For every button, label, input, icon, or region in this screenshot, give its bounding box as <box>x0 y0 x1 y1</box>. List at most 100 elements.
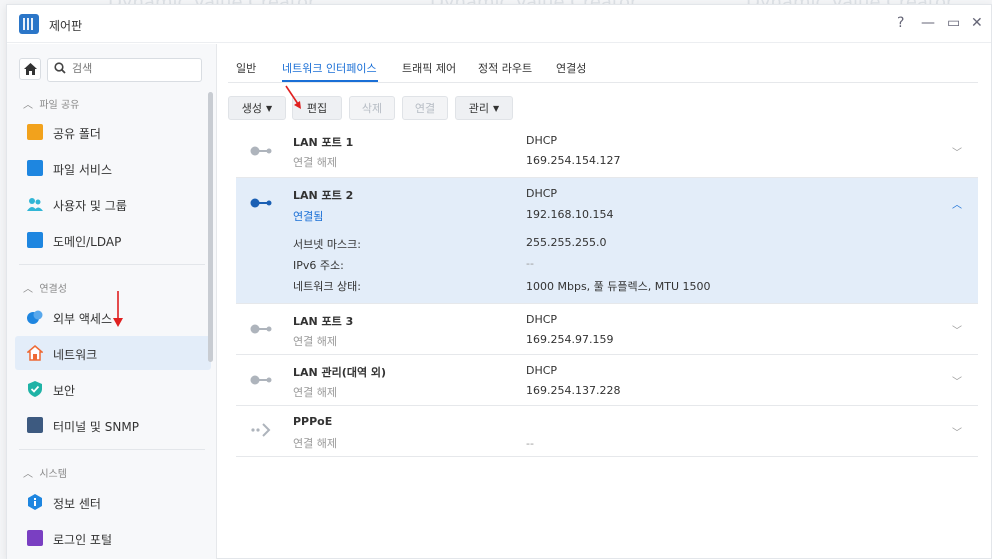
interface-protocol: DHCP <box>526 313 558 326</box>
detail-value: 1000 Mbps, 풀 듀플렉스, MTU 1500 <box>526 280 711 293</box>
section-header-system[interactable]: ︿ 시스템 <box>23 465 67 480</box>
detail-label: IPv6 주소: <box>293 259 344 272</box>
sidebar-item-login-portal[interactable]: 로그인 포털 <box>15 521 211 555</box>
external-access-icon <box>27 310 43 324</box>
main-panel: 일반 네트워크 인터페이스 트래픽 제어 정적 라우트 연결성 생성 ▼ 편집 삭… <box>218 44 992 559</box>
tab-divider <box>228 82 978 83</box>
interface-name: LAN 포트 1 <box>293 136 354 149</box>
info-icon <box>28 494 42 510</box>
interface-ip: 192.168.10.154 <box>526 208 614 221</box>
window-title: 제어판 <box>49 19 83 33</box>
ethernet-disconnected-icon <box>250 324 272 334</box>
interface-row-lan-mgmt[interactable]: LAN 관리(대역 외) 연결 해제 DHCP 169.254.137.228 … <box>236 355 978 406</box>
sidebar-item-terminal-snmp[interactable]: 터미널 및 SNMP <box>15 408 211 442</box>
chevron-up-icon: ︿ <box>23 469 33 480</box>
create-button[interactable]: 생성 ▼ <box>228 96 286 120</box>
maximize-button[interactable]: ▭ <box>947 15 960 31</box>
interface-row-lan2[interactable]: LAN 포트 2 연결됨 DHCP 192.168.10.154 ︿ 서브넷 마… <box>236 178 978 304</box>
interface-status: 연결 해제 <box>293 437 337 450</box>
minimize-button[interactable]: — <box>921 15 935 31</box>
interface-row-lan3[interactable]: LAN 포트 3 연결 해제 DHCP 169.254.97.159 ﹀ <box>236 304 978 355</box>
domain-icon <box>27 232 43 248</box>
section-label: 연결성 <box>39 284 67 295</box>
tab-connectivity[interactable]: 연결성 <box>556 60 586 76</box>
terminal-icon <box>27 417 43 433</box>
users-icon <box>27 198 43 211</box>
interface-protocol: DHCP <box>526 364 558 377</box>
interface-status: 연결 해제 <box>293 156 337 169</box>
section-header-file-sharing[interactable]: ︿ 파일 공유 <box>23 96 79 111</box>
sidebar-item-security[interactable]: 보안 <box>15 372 211 406</box>
sidebar-item-label: 파일 서비스 <box>53 163 113 177</box>
sidebar-divider <box>19 264 205 265</box>
detail-label: 네트워크 상태: <box>293 280 361 293</box>
tab-general[interactable]: 일반 <box>236 60 256 76</box>
delete-button[interactable]: 삭제 <box>349 96 395 120</box>
tab-static-route[interactable]: 정적 라우트 <box>478 60 532 76</box>
ethernet-connected-icon <box>250 198 272 208</box>
search-input[interactable] <box>72 62 192 75</box>
search-icon <box>54 62 66 78</box>
connect-button[interactable]: 연결 <box>402 96 448 120</box>
chevron-down-icon[interactable]: ﹀ <box>952 373 962 388</box>
sidebar-item-domain-ldap[interactable]: 도메인/LDAP <box>15 223 211 257</box>
title-bar: 제어판 ? — ▭ ✕ <box>7 5 991 43</box>
section-label: 시스템 <box>39 469 67 480</box>
interface-name: LAN 포트 2 <box>293 189 354 202</box>
sidebar-item-label: 정보 센터 <box>53 497 101 511</box>
home-icon <box>23 63 37 75</box>
interface-name: PPPoE <box>293 415 333 428</box>
search-box[interactable] <box>47 58 202 82</box>
network-house-icon <box>27 345 43 361</box>
sidebar-item-label: 로그인 포털 <box>53 533 113 547</box>
tab-traffic-control[interactable]: 트래픽 제어 <box>402 60 456 76</box>
sidebar-item-users-groups[interactable]: 사용자 및 그룹 <box>15 187 211 221</box>
connect-label: 연결 <box>414 102 436 115</box>
ethernet-disconnected-icon <box>250 146 272 156</box>
interface-ip: 169.254.137.228 <box>526 384 621 397</box>
file-services-icon <box>27 160 43 176</box>
detail-value: 255.255.255.0 <box>526 236 607 249</box>
interface-status: 연결 해제 <box>293 335 337 348</box>
sidebar-item-label: 네트워크 <box>53 348 98 362</box>
interface-status: 연결됨 <box>293 210 324 223</box>
chevron-down-icon[interactable]: ﹀ <box>952 322 962 337</box>
chevron-down-icon[interactable]: ﹀ <box>952 144 962 159</box>
chevron-down-icon[interactable]: ﹀ <box>952 424 962 439</box>
ethernet-disconnected-icon <box>250 375 272 385</box>
sidebar-divider <box>19 449 205 450</box>
interface-row-lan1[interactable]: LAN 포트 1 연결 해제 DHCP 169.254.154.127 ﹀ <box>236 126 978 178</box>
interface-ip: 169.254.97.159 <box>526 333 614 346</box>
delete-label: 삭제 <box>361 102 383 115</box>
chevron-up-icon[interactable]: ︿ <box>952 196 962 211</box>
caret-down-icon: ▼ <box>266 103 273 113</box>
sidebar-item-label: 보안 <box>53 384 76 398</box>
detail-value: -- <box>526 257 534 270</box>
interface-ip: -- <box>526 437 534 450</box>
sidebar-item-file-services[interactable]: 파일 서비스 <box>15 151 211 185</box>
sidebar-item-info-center[interactable]: 정보 센터 <box>15 485 211 519</box>
sidebar-item-network[interactable]: 네트워크 <box>15 336 211 370</box>
section-header-connectivity[interactable]: ︿ 연결성 <box>23 280 67 295</box>
caret-down-icon: ▼ <box>493 103 500 113</box>
sidebar-item-label: 터미널 및 SNMP <box>53 420 139 434</box>
sidebar-scrollbar[interactable] <box>208 92 213 362</box>
detail-label: 서브넷 마스크: <box>293 238 361 251</box>
interface-protocol: DHCP <box>526 187 558 200</box>
manage-label: 관리 <box>468 102 490 115</box>
login-portal-icon <box>27 530 43 546</box>
manage-button[interactable]: 관리 ▼ <box>455 96 513 120</box>
chevron-up-icon: ︿ <box>23 284 33 295</box>
sidebar-item-shared-folder[interactable]: 공유 폴더 <box>15 115 211 149</box>
interface-name: LAN 포트 3 <box>293 315 354 328</box>
interface-protocol: DHCP <box>526 134 558 147</box>
interface-row-pppoe[interactable]: PPPoE 연결 해제 -- ﹀ <box>236 406 978 457</box>
help-button[interactable]: ? <box>897 15 904 31</box>
folder-icon <box>27 124 43 140</box>
close-button[interactable]: ✕ <box>971 15 983 31</box>
home-button[interactable] <box>19 58 41 80</box>
interface-status: 연결 해제 <box>293 386 337 399</box>
sidebar-item-label: 공유 폴더 <box>53 127 101 141</box>
tab-network-interface[interactable]: 네트워크 인터페이스 <box>282 60 377 76</box>
interface-name: LAN 관리(대역 외) <box>293 366 387 379</box>
